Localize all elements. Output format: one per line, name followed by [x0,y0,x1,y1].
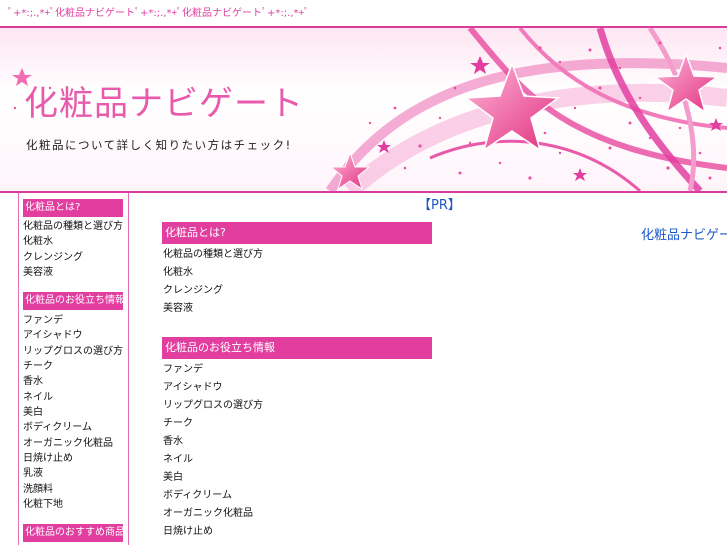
main-link[interactable]: アイシャドウ [163,382,223,394]
site-header: 化粧品ナビゲート 化粧品について詳しく知りたい方はチェック! [0,28,727,191]
sidebar-link[interactable]: クレンジング [23,252,83,264]
main-link[interactable]: リップグロスの選び方 [163,400,263,412]
sidebar-heading: 化粧品のおすすめ商品 [23,524,123,542]
sidebar-link[interactable]: 乳液 [23,468,43,480]
main-link[interactable]: チーク [163,418,193,430]
main-link[interactable]: クレンジング [163,285,223,297]
top-banner: ﾟ+*:;.,*+ﾟ化粧品ナビゲートﾟ+*:;.,*+ﾟ化粧品ナビゲートﾟ+*:… [0,0,727,26]
sidebar-link[interactable]: ボディクリーム [23,422,92,434]
main-link[interactable]: ファンデ [163,364,203,376]
sidebar-link[interactable]: 香水 [23,376,43,388]
sidebar-link[interactable]: ファンデ [23,315,63,327]
sidebar-link[interactable]: 日焼け止め [23,453,73,465]
sidebar-link[interactable]: アイシャドウ [23,330,83,342]
main-link[interactable]: 日焼け止め [163,526,213,538]
main-section-heading: 化粧品とは? [162,222,432,244]
main-section-heading: 化粧品のお役立ち情報 [162,337,432,359]
pr-label[interactable]: 【PR】 [418,194,461,213]
main-link[interactable]: 化粧水 [163,267,193,279]
sidebar: 化粧品とは? 化粧品の種類と選び方 化粧水 クレンジング 美容液 化粧品のお役立… [18,193,129,545]
sidebar-link[interactable]: 化粧品の種類と選び方 [23,221,123,233]
sidebar-link[interactable]: 美容液 [23,267,53,279]
sidebar-link[interactable]: 美白 [23,407,43,419]
sidebar-link[interactable]: リップグロスの選び方 [23,346,123,358]
main-link[interactable]: ネイル [163,454,193,466]
main-link[interactable]: ボディクリーム [163,490,232,502]
right-site-link[interactable]: 化粧品ナビゲート [641,224,727,243]
main-link[interactable]: 化粧品の種類と選び方 [163,249,263,261]
sidebar-link[interactable]: オーガニック化粧品 [23,438,113,450]
site-title: 化粧品ナビゲート [24,84,304,124]
sidebar-heading: 化粧品とは? [23,199,123,217]
sidebar-link[interactable]: ネイル [23,392,53,404]
top-banner-text: ﾟ+*:;.,*+ﾟ化粧品ナビゲートﾟ+*:;.,*+ﾟ化粧品ナビゲートﾟ+*:… [8,8,310,19]
site-subtitle: 化粧品について詳しく知りたい方はチェック! [26,138,292,152]
main-link[interactable]: 美容液 [163,303,193,315]
sidebar-link[interactable]: 化粧下地 [23,499,63,511]
main-link[interactable]: 香水 [163,436,183,448]
sidebar-link[interactable]: 化粧水 [23,236,53,248]
main-link[interactable]: 美白 [163,472,183,484]
main-link[interactable]: オーガニック化粧品 [163,508,253,520]
sidebar-heading: 化粧品のお役立ち情報 [23,292,123,310]
sidebar-link[interactable]: 洗顔料 [23,484,53,496]
sidebar-link[interactable]: チーク [23,361,53,373]
